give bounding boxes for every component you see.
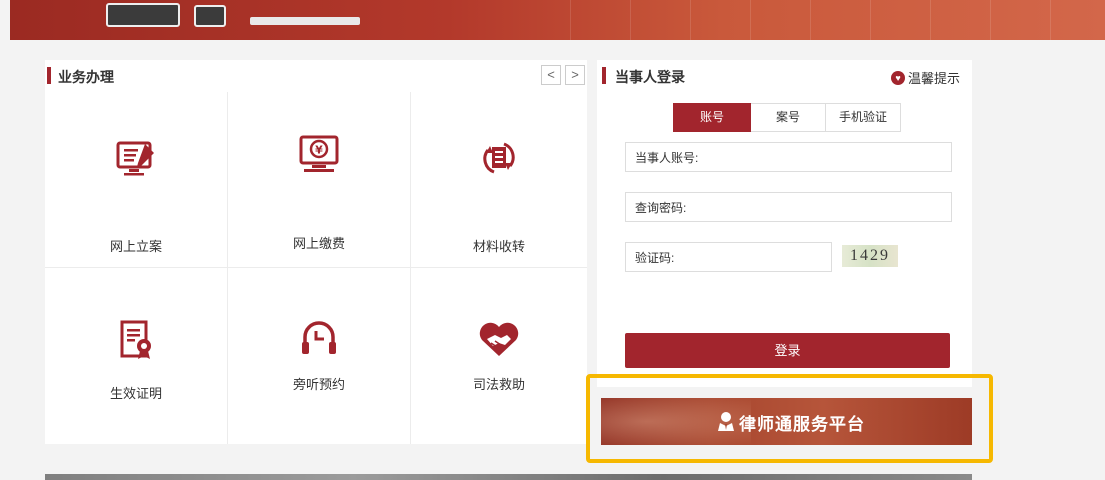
tile-hearing-appointment[interactable]: 旁听预约 bbox=[228, 268, 411, 444]
chevron-right-icon: > bbox=[571, 67, 579, 82]
judicial-aid-icon bbox=[477, 318, 521, 363]
material-transfer-icon bbox=[479, 138, 519, 183]
tile-label: 旁听预约 bbox=[292, 377, 345, 392]
svg-text:¥: ¥ bbox=[315, 144, 323, 157]
login-panel-title: 当事人登录 bbox=[615, 69, 685, 85]
warm-tip-link[interactable]: ♥ 温馨提示 bbox=[890, 68, 960, 87]
warm-tip-label: 温馨提示 bbox=[907, 71, 960, 86]
captcha-image[interactable]: 1429 bbox=[842, 245, 898, 267]
password-field[interactable]: 查询密码: bbox=[625, 192, 952, 222]
tile-label: 网上立案 bbox=[109, 239, 162, 254]
login-panel-header: 当事人登录 ♥ 温馨提示 bbox=[597, 60, 972, 92]
hearing-appointment-icon bbox=[299, 318, 339, 363]
captcha-field-label: 验证码: bbox=[635, 251, 675, 265]
tab-account[interactable]: 账号 bbox=[673, 103, 751, 132]
tile-judicial-aid[interactable]: 司法救助 bbox=[411, 268, 587, 444]
effective-certificate-icon bbox=[118, 320, 154, 365]
login-button[interactable]: 登录 bbox=[625, 333, 950, 368]
tile-label: 材料收转 bbox=[472, 239, 525, 254]
tile-material-transfer[interactable]: 材料收转 bbox=[411, 92, 587, 268]
lawyer-platform-label: 律师通服务平台 bbox=[739, 415, 865, 434]
lawyer-icon bbox=[718, 412, 734, 431]
title-accent-bar bbox=[47, 67, 51, 84]
chevron-left-icon: < bbox=[547, 67, 555, 82]
lawyer-platform-banner[interactable]: 律师通服务平台 bbox=[601, 398, 972, 445]
tile-label: 生效证明 bbox=[109, 386, 162, 401]
prev-button[interactable]: < bbox=[541, 65, 561, 85]
tile-label: 司法救助 bbox=[472, 377, 525, 392]
banner-tablet-image bbox=[194, 5, 226, 27]
business-panel-title: 业务办理 bbox=[58, 69, 114, 85]
business-panel-header: 业务办理 < > bbox=[45, 60, 587, 92]
tab-case-number[interactable]: 案号 bbox=[751, 103, 826, 132]
next-button[interactable]: > bbox=[565, 65, 585, 85]
tile-effective-certificate[interactable]: 生效证明 bbox=[45, 268, 228, 444]
banner-laptop-image bbox=[250, 17, 360, 25]
banner-monitor-image bbox=[106, 3, 180, 27]
login-tabs: 账号 案号 手机验证 bbox=[673, 103, 901, 132]
tile-online-filing[interactable]: 网上立案 bbox=[45, 92, 228, 268]
online-filing-icon bbox=[115, 138, 157, 183]
title-accent-bar bbox=[602, 67, 606, 84]
tab-phone-verify[interactable]: 手机验证 bbox=[826, 103, 901, 132]
bottom-image-strip bbox=[45, 474, 972, 480]
party-login-panel: 当事人登录 ♥ 温馨提示 账号 案号 手机验证 当事人账号: 查询密码: 验证码… bbox=[597, 60, 972, 387]
tile-online-payment[interactable]: ¥ 网上缴费 bbox=[228, 92, 411, 268]
captcha-field[interactable]: 验证码: bbox=[625, 242, 832, 272]
tile-label: 网上缴费 bbox=[292, 236, 345, 251]
password-field-label: 查询密码: bbox=[635, 201, 687, 215]
business-grid: 网上立案 ¥ 网上缴费 材料收转 生效证明 旁听预约 司法救助 bbox=[45, 92, 587, 444]
account-field-label: 当事人账号: bbox=[635, 151, 699, 165]
heart-icon: ♥ bbox=[890, 70, 905, 85]
online-payment-icon: ¥ bbox=[298, 134, 340, 179]
business-panel: 业务办理 < > 网上立案 ¥ 网上缴费 材料收转 生效证明 旁听预约 司法救助 bbox=[45, 60, 587, 444]
top-banner bbox=[10, 0, 1105, 40]
account-field[interactable]: 当事人账号: bbox=[625, 142, 952, 172]
